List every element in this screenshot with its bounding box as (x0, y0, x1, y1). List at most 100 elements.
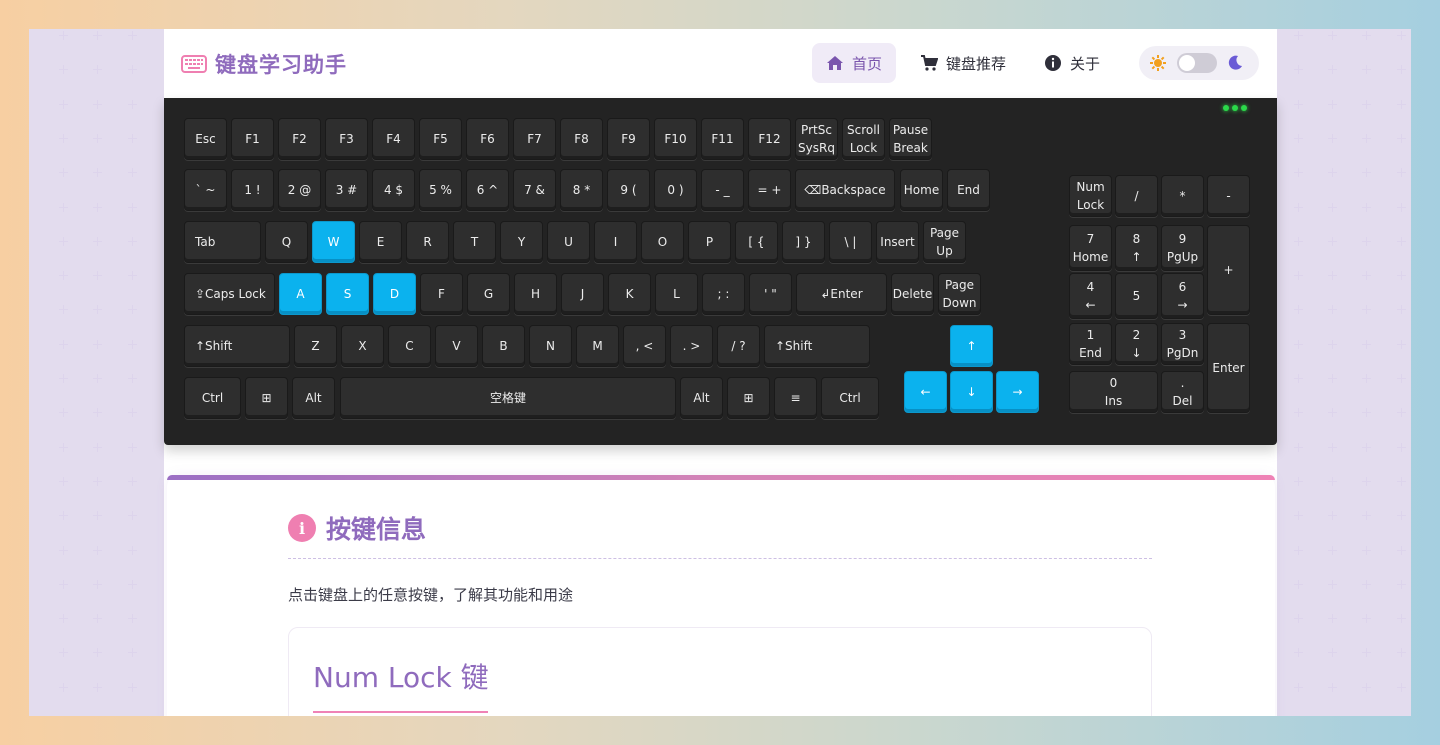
key-f12[interactable]: F12 (748, 118, 791, 160)
key-esc[interactable]: Esc (184, 118, 227, 160)
key-numlock[interactable]: Num Lock (1069, 175, 1112, 217)
key-num-9[interactable]: 9 PgUp (1161, 225, 1204, 271)
key-row2-6[interactable]: Y (500, 221, 543, 263)
key-row2-2[interactable]: W (312, 221, 355, 263)
key-f7[interactable]: F7 (513, 118, 556, 160)
key-row2-9[interactable]: O (641, 221, 684, 263)
key-printscreen[interactable]: PrtSc SysRq (795, 118, 838, 160)
key-row1-6[interactable]: 6 ^ (466, 169, 509, 211)
key-row4-5[interactable]: B (482, 325, 525, 367)
key-row4-4[interactable]: V (435, 325, 478, 367)
key-row1-12[interactable]: = + (748, 169, 791, 211)
key-pagedown[interactable]: Page Down (938, 273, 981, 315)
key-f3[interactable]: F3 (325, 118, 368, 160)
key-num-decimal[interactable]: . Del (1161, 371, 1204, 413)
key-f5[interactable]: F5 (419, 118, 462, 160)
key-f8[interactable]: F8 (560, 118, 603, 160)
key-pageup[interactable]: Page Up (923, 221, 966, 263)
key-row4-3[interactable]: C (388, 325, 431, 367)
key-row2-7[interactable]: U (547, 221, 590, 263)
theme-toggle[interactable] (1139, 46, 1259, 80)
key-f4[interactable]: F4 (372, 118, 415, 160)
key-enter[interactable]: ↲Enter (796, 273, 887, 315)
key-num-multiply[interactable]: * (1161, 175, 1204, 217)
key-num-add[interactable]: + (1207, 225, 1250, 315)
key-num-5[interactable]: 5 (1115, 273, 1158, 319)
key-arrow-down[interactable]: ↓ (950, 371, 993, 413)
key-row3-6[interactable]: H (514, 273, 557, 315)
key-delete[interactable]: Delete (891, 273, 934, 315)
key-menu[interactable]: ≡ (774, 377, 817, 419)
key-home[interactable]: Home (900, 169, 943, 211)
key-backspace[interactable]: ⌫Backspace (795, 169, 895, 211)
key-row4-9[interactable]: . > (670, 325, 713, 367)
key-row2-11[interactable]: [ { (735, 221, 778, 263)
key-row2-5[interactable]: T (453, 221, 496, 263)
key-row3-8[interactable]: K (608, 273, 651, 315)
key-row2-10[interactable]: P (688, 221, 731, 263)
key-row1-3[interactable]: 3 # (325, 169, 368, 211)
key-row1-11[interactable]: - _ (701, 169, 744, 211)
key-row3-2[interactable]: S (326, 273, 369, 315)
key-num-3[interactable]: 3 PgDn (1161, 323, 1204, 365)
key-row3-3[interactable]: D (373, 273, 416, 315)
key-row2-1[interactable]: Q (265, 221, 308, 263)
key-num-divide[interactable]: / (1115, 175, 1158, 217)
key-row4-8[interactable]: , < (623, 325, 666, 367)
key-num-4[interactable]: 4 ← (1069, 273, 1112, 319)
key-left-alt[interactable]: Alt (292, 377, 335, 419)
key-left-win[interactable]: ⊞ (245, 377, 288, 419)
key-num-6[interactable]: 6 → (1161, 273, 1204, 319)
key-row2-13[interactable]: \ | (829, 221, 872, 263)
key-row4-2[interactable]: X (341, 325, 384, 367)
key-right-ctrl[interactable]: Ctrl (821, 377, 879, 419)
key-row2-8[interactable]: I (594, 221, 637, 263)
key-tab[interactable]: Tab (184, 221, 261, 263)
key-right-win[interactable]: ⊞ (727, 377, 770, 419)
key-f9[interactable]: F9 (607, 118, 650, 160)
key-f2[interactable]: F2 (278, 118, 321, 160)
key-arrow-left[interactable]: ← (904, 371, 947, 413)
nav-about[interactable]: 关于 (1030, 43, 1114, 83)
key-f6[interactable]: F6 (466, 118, 509, 160)
key-row1-9[interactable]: 9 ( (607, 169, 650, 211)
key-row3-9[interactable]: L (655, 273, 698, 315)
key-num-0[interactable]: 0 Ins (1069, 371, 1158, 413)
key-row2-12[interactable]: ] } (782, 221, 825, 263)
key-num-8[interactable]: 8 ↑ (1115, 225, 1158, 271)
key-left-ctrl[interactable]: Ctrl (184, 377, 241, 419)
key-f11[interactable]: F11 (701, 118, 744, 160)
key-row3-4[interactable]: F (420, 273, 463, 315)
nav-home[interactable]: 首页 (812, 43, 897, 83)
key-row3-1[interactable]: A (279, 273, 322, 315)
key-end[interactable]: End (947, 169, 990, 211)
key-row4-10[interactable]: / ? (717, 325, 760, 367)
key-row1-5[interactable]: 5 % (419, 169, 462, 211)
key-pause[interactable]: Pause Break (889, 118, 932, 160)
key-row4-7[interactable]: M (576, 325, 619, 367)
key-right-alt[interactable]: Alt (680, 377, 723, 419)
app-logo[interactable]: 键盘学习助手 (181, 49, 347, 79)
key-row1-0[interactable]: ` ~ (184, 169, 227, 211)
key-num-subtract[interactable]: - (1207, 175, 1250, 217)
key-scrolllock[interactable]: Scroll Lock (842, 118, 885, 160)
key-num-1[interactable]: 1 End (1069, 323, 1112, 365)
key-row3-11[interactable]: ' " (749, 273, 792, 315)
key-num-2[interactable]: 2 ↓ (1115, 323, 1158, 365)
key-left-shift[interactable]: ↑Shift (184, 325, 290, 367)
key-f10[interactable]: F10 (654, 118, 697, 160)
key-arrow-up[interactable]: ↑ (950, 325, 993, 367)
key-row1-4[interactable]: 4 $ (372, 169, 415, 211)
key-arrow-right[interactable]: → (996, 371, 1039, 413)
key-row4-6[interactable]: N (529, 325, 572, 367)
key-row1-2[interactable]: 2 @ (278, 169, 321, 211)
key-row4-1[interactable]: Z (294, 325, 337, 367)
key-row2-4[interactable]: R (406, 221, 449, 263)
key-insert[interactable]: Insert (876, 221, 919, 263)
key-num-enter[interactable]: Enter (1207, 323, 1250, 413)
key-right-shift[interactable]: ↑Shift (764, 325, 870, 367)
key-row2-3[interactable]: E (359, 221, 402, 263)
key-row1-8[interactable]: 8 * (560, 169, 603, 211)
dark-mode-switch[interactable] (1177, 53, 1217, 73)
key-row3-5[interactable]: G (467, 273, 510, 315)
